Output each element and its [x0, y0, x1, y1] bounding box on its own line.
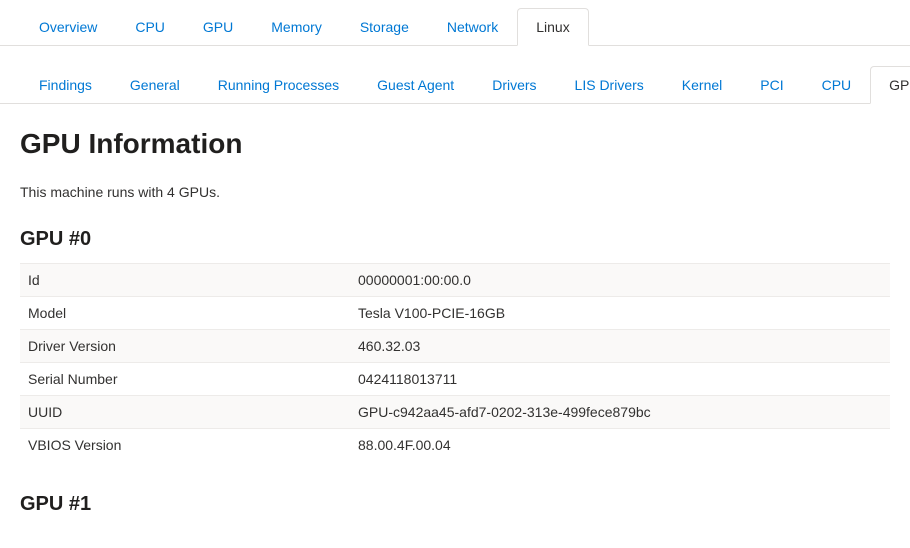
table-key: UUID: [20, 396, 350, 429]
table-value: 88.00.4F.00.04: [350, 429, 890, 462]
gpu-section-heading: GPU #0: [20, 228, 890, 251]
primary-tab-linux[interactable]: Linux: [517, 8, 588, 46]
primary-tab-memory[interactable]: Memory: [252, 8, 341, 45]
table-key: Model: [20, 297, 350, 330]
page-title: GPU Information: [20, 128, 890, 160]
gpu-section-heading: GPU #1: [20, 493, 890, 516]
table-key: Serial Number: [20, 363, 350, 396]
page-description: This machine runs with 4 GPUs.: [20, 184, 890, 200]
table-key: Driver Version: [20, 330, 350, 363]
table-row: Driver Version460.32.03: [20, 330, 890, 363]
table-row: ModelTesla V100-PCIE-16GB: [20, 297, 890, 330]
secondary-tab-pci[interactable]: PCI: [741, 66, 802, 103]
table-key: Id: [20, 264, 350, 297]
secondary-tab-general[interactable]: General: [111, 66, 199, 103]
secondary-tab-row: FindingsGeneralRunning ProcessesGuest Ag…: [0, 58, 910, 104]
content-area: GPU Information This machine runs with 4…: [0, 104, 910, 548]
secondary-tab-running-processes[interactable]: Running Processes: [199, 66, 358, 103]
table-row: UUIDGPU-c942aa45-afd7-0202-313e-499fece8…: [20, 396, 890, 429]
table-value: GPU-c942aa45-afd7-0202-313e-499fece879bc: [350, 396, 890, 429]
gpu-info-table: Id00000001:00:00.0ModelTesla V100-PCIE-1…: [20, 263, 890, 461]
secondary-tab-guest-agent[interactable]: Guest Agent: [358, 66, 473, 103]
secondary-tab-drivers[interactable]: Drivers: [473, 66, 555, 103]
secondary-tab-kernel[interactable]: Kernel: [663, 66, 741, 103]
secondary-tab-lis-drivers[interactable]: LIS Drivers: [556, 66, 663, 103]
secondary-tab-gpu[interactable]: GPU: [870, 66, 910, 104]
secondary-tab-cpu[interactable]: CPU: [803, 66, 871, 103]
secondary-tab-findings[interactable]: Findings: [20, 66, 111, 103]
primary-tab-gpu[interactable]: GPU: [184, 8, 252, 45]
table-row: VBIOS Version88.00.4F.00.04: [20, 429, 890, 462]
table-row: Id00000001:00:00.0: [20, 264, 890, 297]
table-row: Serial Number0424118013711: [20, 363, 890, 396]
table-value: 0424118013711: [350, 363, 890, 396]
primary-tab-storage[interactable]: Storage: [341, 8, 428, 45]
table-value: Tesla V100-PCIE-16GB: [350, 297, 890, 330]
primary-tab-overview[interactable]: Overview: [20, 8, 116, 45]
table-value: 00000001:00:00.0: [350, 264, 890, 297]
primary-tab-network[interactable]: Network: [428, 8, 517, 45]
table-key: VBIOS Version: [20, 429, 350, 462]
primary-tab-cpu[interactable]: CPU: [116, 8, 184, 45]
primary-tab-row: OverviewCPUGPUMemoryStorageNetworkLinux: [0, 0, 910, 46]
table-value: 460.32.03: [350, 330, 890, 363]
